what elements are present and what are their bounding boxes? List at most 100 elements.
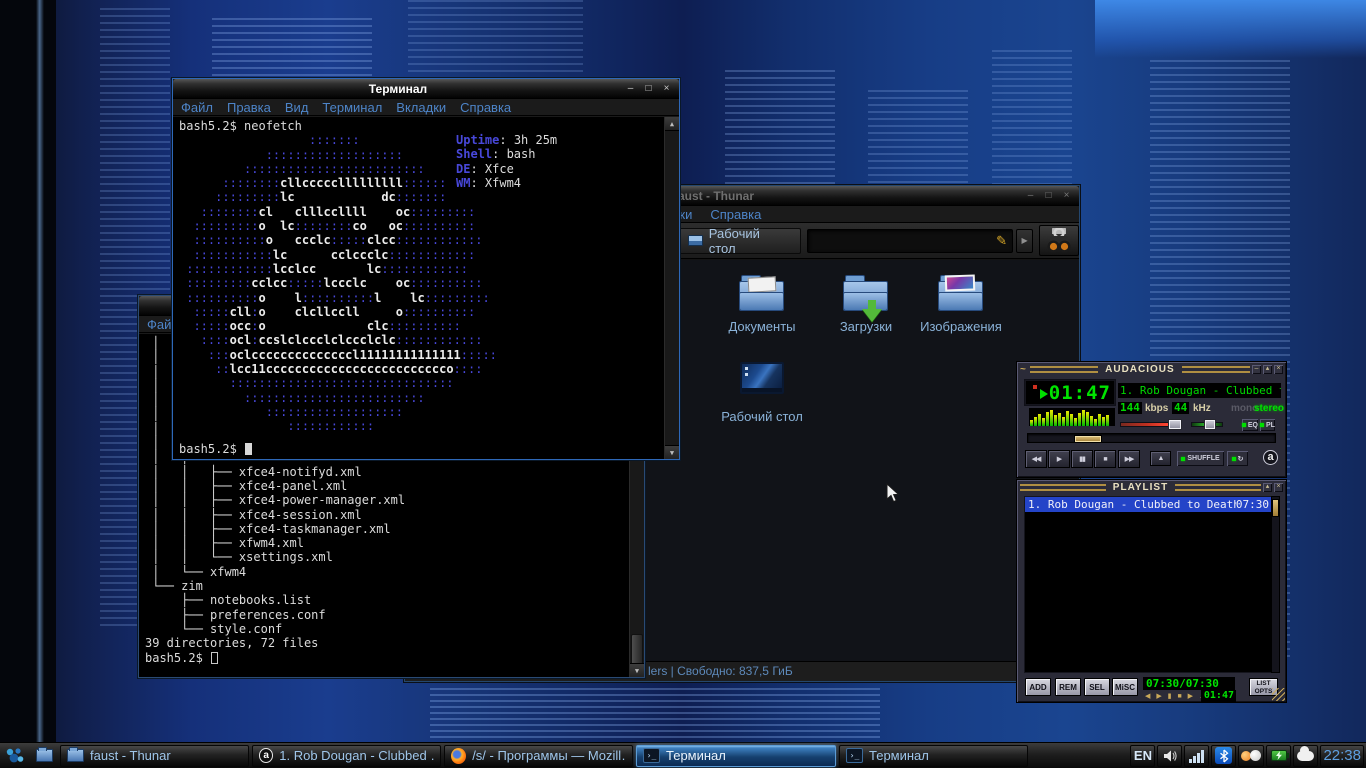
- folder-item-desktop[interactable]: Рабочий стол: [714, 357, 810, 424]
- edit-pencil-icon[interactable]: ✎: [996, 233, 1007, 249]
- terminal1-scrollbar[interactable]: ▲ ▼: [664, 117, 679, 459]
- file-manager-launcher[interactable]: [31, 745, 57, 767]
- terminal1-titlebar[interactable]: Терминал – □ ×: [173, 79, 679, 99]
- desktop: faust - Thunar – □ × Файл Правка Вид Пер…: [0, 0, 1366, 768]
- audacious-logo-icon: a: [1263, 450, 1278, 465]
- close-button[interactable]: ×: [1059, 189, 1074, 203]
- misc-button[interactable]: MiSC: [1112, 678, 1138, 696]
- playlist-scroll-thumb[interactable]: [1272, 499, 1279, 517]
- redshift-tray-button[interactable]: [1238, 744, 1265, 767]
- shuffle-button[interactable]: SHUFFLE: [1177, 451, 1224, 466]
- terminal-icon: ›_: [643, 748, 660, 763]
- terminal1-output[interactable]: bash5.2$ neofetch ::::::: ::::::::::::::…: [173, 117, 679, 459]
- volume-slider-thumb[interactable]: [1168, 419, 1182, 430]
- next-button[interactable]: ▶▶: [1118, 450, 1140, 468]
- menu-item-tabs[interactable]: Вкладки: [396, 100, 446, 115]
- images-folder-icon: [937, 272, 985, 314]
- repeat-led: [1231, 456, 1236, 461]
- scroll-down-icon[interactable]: ▼: [665, 445, 679, 459]
- minimize-button[interactable]: –: [1252, 364, 1261, 374]
- time-display-panel[interactable]: 01:47: [1024, 379, 1116, 406]
- taskbar-button-terminal-2[interactable]: ›_ Терминал: [839, 744, 1028, 767]
- repeat-button[interactable]: ↻: [1227, 451, 1248, 466]
- terminal1-window-title: Терминал: [368, 81, 428, 96]
- stop-button[interactable]: ■: [1094, 450, 1116, 468]
- shade-button[interactable]: ▴: [1263, 364, 1272, 374]
- playlist-titlebar[interactable]: PLAYLIST ▴ ×: [1017, 480, 1286, 494]
- volume-slider[interactable]: [1120, 422, 1169, 427]
- folder-item-documents[interactable]: Документы: [714, 272, 810, 334]
- menu-item-file[interactable]: Файл: [181, 100, 213, 115]
- volume-tray-button[interactable]: [1157, 744, 1183, 767]
- documents-folder-icon: [738, 272, 786, 314]
- seek-bar[interactable]: [1027, 433, 1276, 443]
- playlist-toggle-button[interactable]: PL: [1260, 419, 1275, 431]
- terminal1-window[interactable]: Терминал – □ × Файл Правка Вид Терминал …: [172, 78, 680, 460]
- titlebar-lines: [1020, 483, 1106, 491]
- weather-tray-button[interactable]: [1293, 744, 1319, 767]
- menu-item-terminal[interactable]: Терминал: [322, 100, 382, 115]
- seek-thumb[interactable]: [1074, 435, 1102, 443]
- location-dropdown-button[interactable]: ▶: [1016, 228, 1034, 253]
- taskbar-button-firefox[interactable]: /s/ - Программы — Mozill…: [444, 744, 633, 767]
- list-options-button[interactable]: LIST OPTS: [1249, 678, 1278, 696]
- applications-menu-button[interactable]: [2, 745, 28, 767]
- equalizer-button[interactable]: EQ: [1242, 419, 1258, 431]
- clock[interactable]: 22:38: [1320, 744, 1364, 767]
- menu-item-view[interactable]: Вид: [285, 100, 309, 115]
- battery-tray-button[interactable]: [1266, 744, 1292, 767]
- shuffle-led: [1181, 456, 1186, 461]
- menu-item-help[interactable]: Справка: [460, 100, 511, 115]
- maximize-button[interactable]: □: [1041, 189, 1056, 203]
- taskbar-button-thunar[interactable]: faust - Thunar: [60, 744, 249, 767]
- track-title-marquee[interactable]: 1. Rob Dougan - Clubbed to: [1118, 383, 1281, 398]
- playlist-scrollbar[interactable]: [1271, 496, 1280, 673]
- elapsed-time: 01:47: [1048, 382, 1111, 404]
- lamp-icon: [1241, 748, 1262, 764]
- network-signal-button[interactable]: [1184, 744, 1210, 767]
- menu-item-edit[interactable]: Правка: [227, 100, 271, 115]
- text-cursor: [245, 442, 253, 455]
- menu-item-help[interactable]: Справка: [710, 207, 761, 222]
- audacious-main-window[interactable]: ~ AUDACIOUS – ▴ × 01:47 1. Rob Dougan - …: [1016, 361, 1287, 478]
- close-button[interactable]: ×: [1274, 364, 1283, 374]
- spectrum-visualizer[interactable]: [1029, 408, 1115, 426]
- keyboard-layout-indicator[interactable]: EN: [1130, 744, 1156, 767]
- samplerate-unit: kHz: [1193, 403, 1211, 414]
- playlist-entry-selected[interactable]: 1. Rob Dougan - Clubbed to Death … 07:30: [1025, 497, 1272, 512]
- bluetooth-tray-button[interactable]: [1211, 744, 1237, 767]
- eject-button[interactable]: ▲: [1150, 451, 1171, 466]
- wave-icon: ~: [1020, 363, 1026, 375]
- folder-item-downloads[interactable]: Загрузки: [818, 272, 914, 334]
- close-button[interactable]: ×: [659, 82, 674, 96]
- playlist-entries[interactable]: 1. Rob Dougan - Clubbed to Death … 07:30: [1024, 496, 1273, 673]
- command-line: bash5.2$ neofetch: [179, 119, 302, 133]
- pause-button[interactable]: ▮▮: [1071, 450, 1093, 468]
- playlist-window[interactable]: PLAYLIST ▴ × 1. Rob Dougan - Clubbed to …: [1016, 479, 1287, 703]
- shade-button[interactable]: ▴: [1263, 482, 1273, 492]
- scroll-down-icon[interactable]: ▼: [630, 663, 644, 677]
- select-button[interactable]: SEL: [1084, 678, 1110, 696]
- taskbar: faust - Thunar a 1. Rob Dougan - Clubbed…: [0, 742, 1366, 768]
- scroll-up-icon[interactable]: ▲: [665, 117, 679, 131]
- shell-prompt: bash5.2$: [179, 442, 253, 456]
- close-button[interactable]: ×: [1274, 482, 1284, 492]
- play-button[interactable]: ▶: [1048, 450, 1070, 468]
- audacious-titlebar[interactable]: ~ AUDACIOUS – ▴ ×: [1017, 362, 1286, 376]
- search-button[interactable]: [1039, 225, 1080, 256]
- minimize-button[interactable]: –: [1023, 189, 1038, 203]
- balance-slider-thumb[interactable]: [1204, 419, 1216, 430]
- maximize-button[interactable]: □: [641, 82, 656, 96]
- previous-button[interactable]: ◀◀: [1025, 450, 1047, 468]
- shell-prompt: bash5.2$: [145, 651, 626, 665]
- add-button[interactable]: ADD: [1025, 678, 1051, 696]
- mini-transport-icons[interactable]: ◀ ▶ ▮ ■ ▶ ▲: [1145, 692, 1208, 700]
- location-bar[interactable]: ✎: [807, 228, 1014, 253]
- bitrate-unit: kbps: [1145, 403, 1169, 414]
- taskbar-button-terminal-active[interactable]: ›_ Терминал: [636, 744, 836, 767]
- minimize-button[interactable]: –: [623, 82, 638, 96]
- remove-button[interactable]: REM: [1055, 678, 1081, 696]
- folder-item-images[interactable]: Изображения: [913, 272, 1009, 334]
- path-button-desktop[interactable]: Рабочий стол: [676, 226, 802, 256]
- taskbar-button-audacious[interactable]: a 1. Rob Dougan - Clubbed …: [252, 744, 441, 767]
